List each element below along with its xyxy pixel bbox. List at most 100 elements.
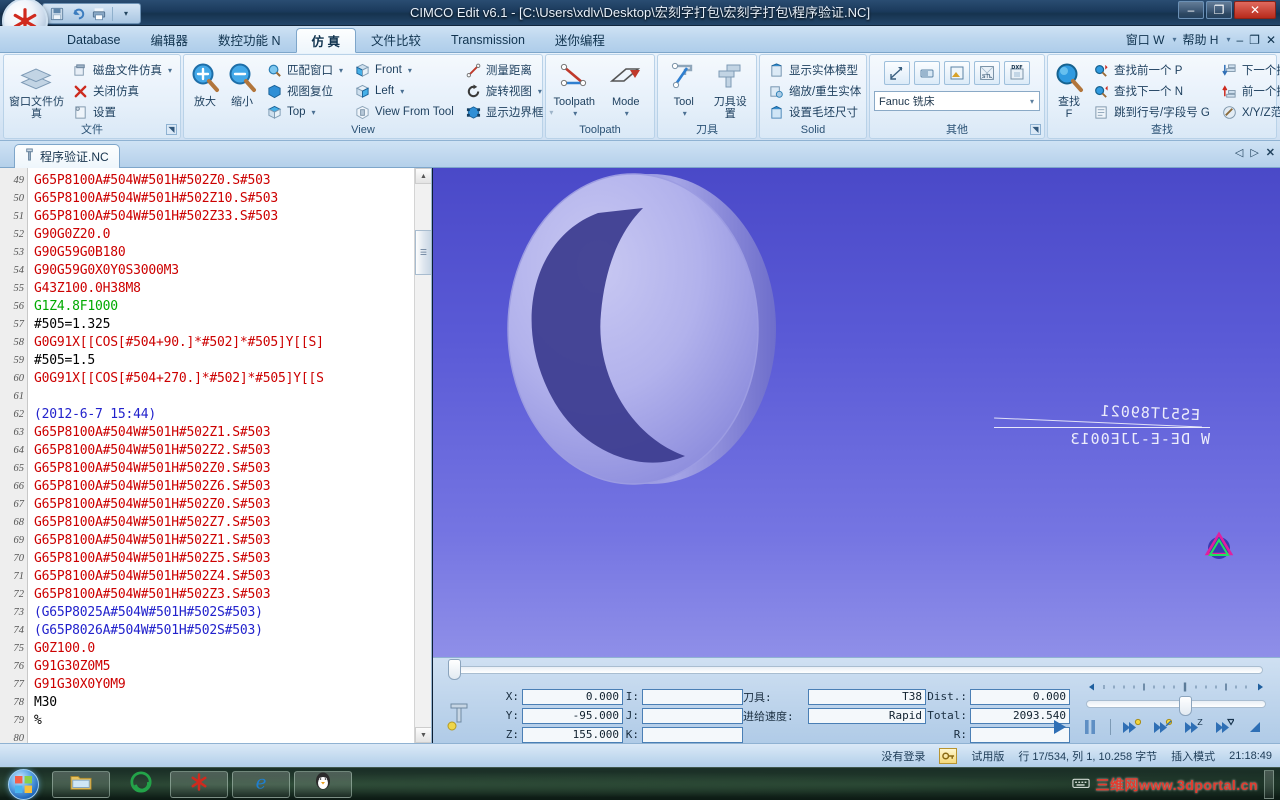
tool-field-value[interactable]: T38 — [808, 688, 926, 705]
code-line[interactable]: 70 G65P8100A#504W#501H#502Z5.S#503 — [0, 549, 404, 567]
rotate-view-button[interactable]: 旋转视图 ▾ — [461, 81, 558, 101]
code-line[interactable]: 76 G91G30Z0M5 — [0, 657, 404, 675]
speed-slider-thumb[interactable] — [1179, 696, 1192, 716]
taskbar-app-cimco[interactable] — [170, 771, 228, 798]
axis-y-value[interactable]: -95.000 — [522, 707, 623, 724]
code-line[interactable]: 61 — [0, 387, 404, 405]
tab-database[interactable]: Database — [52, 26, 136, 53]
vertical-scroll-thumb[interactable]: ☰ — [415, 230, 431, 275]
reset-view-button[interactable]: 视图复位 — [262, 81, 347, 101]
view-front-caret[interactable]: ▾ — [408, 66, 412, 75]
code-line[interactable]: 54 G90G59G0X0Y0S3000M3 — [0, 261, 404, 279]
view-from-tool-button[interactable]: View From Tool — [350, 102, 458, 122]
dxf-icon[interactable]: DXF — [1004, 61, 1030, 85]
code-line[interactable]: 67 G65P8100A#504W#501H#502Z0.S#503 — [0, 495, 404, 513]
code-line[interactable]: 69 G65P8100A#504W#501H#502Z1.S#503 — [0, 531, 404, 549]
tab-nc-functions[interactable]: 数控功能 N — [203, 26, 296, 53]
graph-icon[interactable] — [884, 61, 910, 85]
simulation-progress-slider[interactable] — [451, 666, 1263, 674]
toolpath-button[interactable]: Toolpath ▾ — [550, 58, 599, 120]
view-left-caret[interactable]: ▾ — [400, 87, 404, 96]
tool-caret[interactable]: ▾ — [683, 108, 687, 120]
view-top-button[interactable]: Top ▾ — [262, 102, 347, 122]
mdi-close[interactable]: ✕ — [1266, 33, 1276, 47]
mdi-restore[interactable]: ❐ — [1249, 33, 1260, 47]
rotate-view-caret[interactable]: ▾ — [538, 87, 542, 96]
print-icon[interactable] — [89, 5, 109, 22]
menu-window-caret[interactable]: ▾ — [1172, 35, 1176, 44]
code-editor[interactable]: 49 G65P8100A#504W#501H#502Z0.S#503 50 G65P8… — [0, 168, 432, 743]
editor-vertical-scrollbar[interactable]: ▲ ☰ ▼ — [414, 168, 431, 743]
code-line[interactable]: 74 (G65P8026A#504W#501H#502S#503) — [0, 621, 404, 639]
sim-settings-button[interactable]: 设置 — [68, 102, 176, 122]
tool-settings-button[interactable]: 刀具设置 — [709, 58, 753, 120]
code-line[interactable]: 58 G0G91X[[COS[#504+90.]*#502]*#505]Y[[S] — [0, 333, 404, 351]
speed-slider[interactable] — [1086, 680, 1266, 716]
tab-scroll-prev-icon[interactable]: ◁ — [1235, 146, 1243, 159]
code-line[interactable]: 64 G65P8100A#504W#501H#502Z2.S#503 — [0, 441, 404, 459]
scroll-down-arrow-icon[interactable]: ▼ — [415, 727, 431, 743]
step-move-button[interactable] — [1151, 717, 1173, 737]
disk-file-sim-caret[interactable]: ▾ — [168, 66, 172, 75]
find-button[interactable]: 查找 F — [1052, 58, 1086, 120]
tape-icon[interactable] — [914, 61, 940, 85]
scroll-up-arrow-icon[interactable]: ▲ — [415, 168, 431, 184]
tab-close-icon[interactable]: ✕ — [1266, 146, 1275, 159]
zoom-in-button[interactable]: 放大 — [188, 58, 222, 108]
step-z-button[interactable]: Z — [1182, 717, 1204, 737]
zoom-out-button[interactable]: 缩小 — [225, 58, 259, 108]
other-dialog-launcher-icon[interactable]: ◥ — [1030, 124, 1041, 135]
fit-window-caret[interactable]: ▾ — [339, 66, 343, 75]
toolpath-caret[interactable]: ▾ — [573, 108, 577, 120]
xyz-range-button[interactable]: X/Y/Z范围 F — [1217, 102, 1280, 122]
code-line[interactable]: 71 G65P8100A#504W#501H#502Z4.S#503 — [0, 567, 404, 585]
code-line[interactable]: 73 (G65P8025A#504W#501H#502S#503) — [0, 603, 404, 621]
code-line[interactable]: 66 G65P8100A#504W#501H#502Z6.S#503 — [0, 477, 404, 495]
tab-file-compare[interactable]: 文件比较 — [356, 26, 436, 53]
code-line[interactable]: 75 G0Z100.0 — [0, 639, 404, 657]
progress-slider-thumb[interactable] — [448, 659, 461, 680]
code-line[interactable]: 51 G65P8100A#504W#501H#502Z33.S#503 — [0, 207, 404, 225]
tab-transmission[interactable]: Transmission — [436, 26, 540, 53]
resize-grip-icon[interactable] — [1244, 717, 1266, 737]
ijk-i-value[interactable] — [642, 688, 743, 705]
tool-button[interactable]: Tool ▾ — [662, 58, 706, 120]
code-line[interactable]: 62 (2012-6-7 15:44) — [0, 405, 404, 423]
tab-simulation[interactable]: 仿 真 — [295, 28, 357, 53]
goto-line-button[interactable]: 跳到行号/字段号 G — [1089, 102, 1214, 122]
file-dialog-launcher-icon[interactable]: ◥ — [166, 124, 177, 135]
taskbar-app-explorer[interactable] — [52, 771, 110, 798]
show-desktop-button[interactable] — [1264, 770, 1274, 799]
qat-more-icon[interactable]: ▾ — [116, 5, 136, 22]
rescale-solid-button[interactable]: 缩放/重生实体 — [764, 81, 865, 101]
mode-button[interactable]: Mode ▾ — [602, 58, 651, 120]
ijk-k-value[interactable] — [642, 726, 743, 743]
code-line[interactable]: 77 G91G30X0Y0M9 — [0, 675, 404, 693]
simulation-3d-view[interactable]: ES5JT89021 W DE-E-JJE0013 — [433, 168, 1280, 657]
code-line[interactable]: 63 G65P8100A#504W#501H#502Z1.S#503 — [0, 423, 404, 441]
taskbar-app-qq[interactable] — [294, 771, 352, 798]
close-sim-button[interactable]: 关闭仿真 — [68, 81, 176, 101]
minimize-button[interactable]: – — [1178, 1, 1204, 19]
window-file-sim-button[interactable]: 窗口文件仿真 — [8, 58, 65, 120]
close-button[interactable]: ✕ — [1234, 1, 1276, 19]
code-line[interactable]: 72 G65P8100A#504W#501H#502Z3.S#503 — [0, 585, 404, 603]
code-line[interactable]: 79% — [0, 711, 404, 729]
tab-mini-programming[interactable]: 迷你编程 — [540, 26, 620, 53]
step-tool-button[interactable] — [1213, 717, 1235, 737]
feedrate-field-value[interactable]: Rapid — [808, 707, 926, 724]
export-icon[interactable] — [944, 61, 970, 85]
step-block-button[interactable] — [1120, 717, 1142, 737]
axis-z-value[interactable]: 155.000 — [522, 726, 623, 743]
code-line[interactable]: 52 G90G0Z20.0 — [0, 225, 404, 243]
show-solid-model-button[interactable]: 显示实体模型 — [764, 60, 865, 80]
save-icon[interactable] — [47, 5, 67, 22]
start-button[interactable] — [8, 769, 39, 800]
speed-slider-track[interactable] — [1086, 696, 1266, 716]
ijk-j-value[interactable] — [642, 707, 743, 724]
code-line[interactable]: 80 — [0, 729, 404, 744]
pause-button[interactable] — [1079, 717, 1101, 737]
measure-distance-button[interactable]: 测量距离 — [461, 60, 558, 80]
code-line[interactable]: 53 G90G59G0B180 — [0, 243, 404, 261]
next-toolchange-button[interactable]: 下一个换刀 T — [1217, 60, 1280, 80]
